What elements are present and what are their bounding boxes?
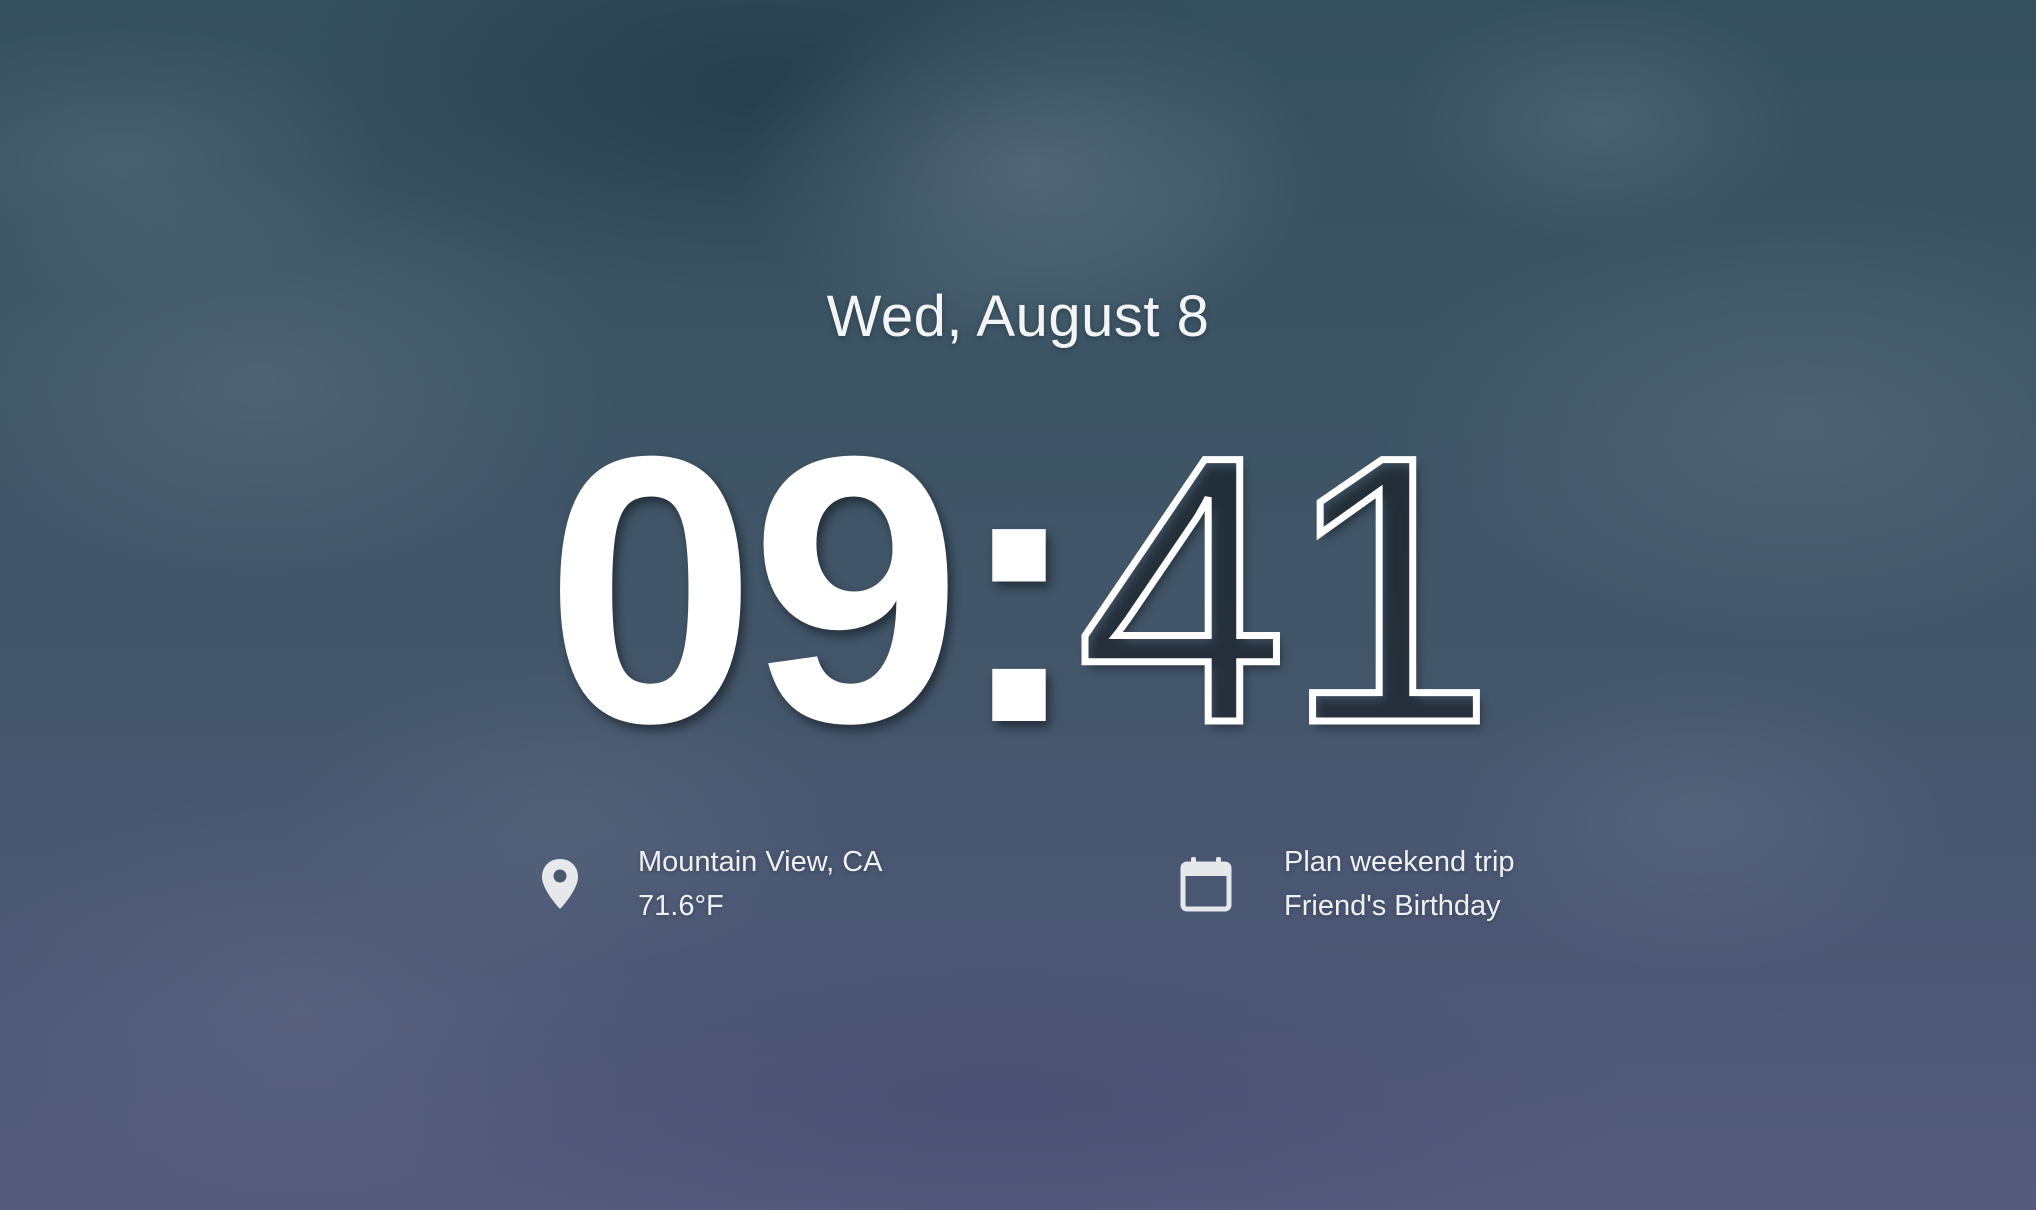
- clock-separator: :: [955, 377, 1083, 802]
- calendar-event[interactable]: Plan weekend trip: [1284, 840, 1515, 884]
- calendar-widget[interactable]: Plan weekend trip Friend's Birthday: [1178, 840, 1515, 928]
- weather-text: Mountain View, CA 71.6°F: [638, 840, 883, 928]
- calendar-event[interactable]: Friend's Birthday: [1284, 884, 1515, 928]
- clock-hours: 09: [545, 377, 962, 802]
- date-label: Wed, August 8: [826, 284, 1210, 349]
- weather-location: Mountain View, CA: [638, 846, 883, 878]
- location-pin-icon: [532, 850, 588, 918]
- clock-minutes: 41: [1073, 377, 1499, 802]
- weather-widget[interactable]: Mountain View, CA 71.6°F: [532, 840, 883, 928]
- calendar-icon: [1178, 850, 1234, 918]
- weather-temperature: 71.6°F: [638, 890, 724, 922]
- clock: 09:41: [0, 396, 2036, 783]
- calendar-events: Plan weekend trip Friend's Birthday: [1284, 840, 1515, 928]
